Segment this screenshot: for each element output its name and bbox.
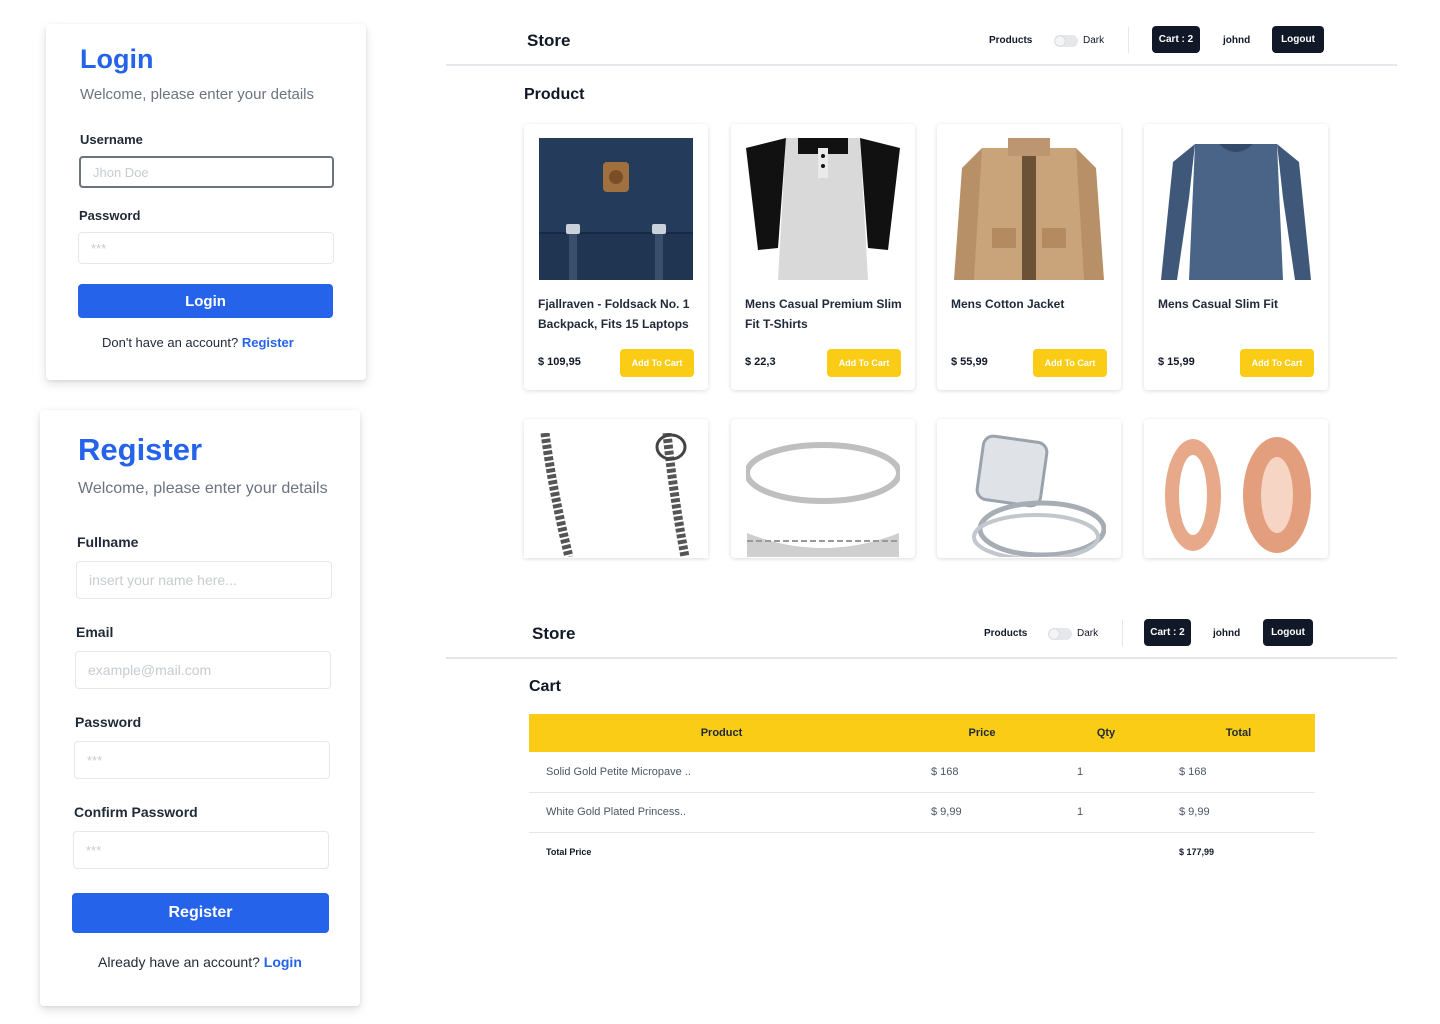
cart-price: $ 9,99 [914, 792, 1050, 833]
register-link[interactable]: Register [242, 335, 294, 350]
cart-product: White Gold Plated Princess.. [529, 792, 914, 833]
fullname-label: Fullname [77, 534, 139, 550]
long-sleeve-shirt-image [1159, 138, 1313, 280]
product-card[interactable] [937, 419, 1121, 558]
password-label: Password [79, 208, 141, 223]
login-button[interactable]: Login [78, 284, 333, 318]
store-header-products: Store Products Dark Cart : 2 johnd Logou… [446, 0, 1397, 66]
fullname-input[interactable] [76, 561, 332, 599]
table-row: White Gold Plated Princess.. $ 9,99 1 $ … [529, 792, 1315, 833]
cart-qty: 1 [1050, 792, 1162, 833]
col-qty: Qty [1050, 714, 1162, 752]
register-prompt-text: Don't have an account? [102, 335, 239, 350]
register-card: Register Welcome, please enter your deta… [40, 410, 360, 1006]
cart-button[interactable]: Cart : 2 [1144, 619, 1191, 646]
user-name: johnd [1213, 628, 1241, 639]
product-price: $ 109,95 [538, 356, 581, 368]
username-label: Username [80, 132, 143, 147]
cart-table: Product Price Qty Total Solid Gold Petit… [529, 714, 1315, 872]
products-title: Product [524, 86, 585, 103]
login-card: Login Welcome, please enter your details… [46, 24, 366, 380]
cart-button[interactable]: Cart : 2 [1152, 26, 1200, 53]
product-card[interactable] [1144, 419, 1328, 558]
product-card[interactable] [524, 419, 708, 558]
backpack-image [539, 138, 693, 280]
login-prompt-text: Already have an account? [98, 954, 260, 970]
product-name[interactable]: Mens Casual Slim Fit [1158, 294, 1318, 314]
login-link[interactable]: Login [264, 954, 302, 970]
col-product: Product [529, 714, 914, 752]
product-price: $ 22,3 [745, 356, 776, 368]
register-button[interactable]: Register [72, 893, 329, 933]
logout-button[interactable]: Logout [1272, 26, 1324, 53]
password-input[interactable] [78, 232, 334, 264]
total-row: Total Price $ 177,99 [529, 832, 1315, 872]
dark-mode-label: Dark [1077, 628, 1099, 639]
register-subtitle: Welcome, please enter your details [78, 480, 328, 497]
nav-products-link[interactable]: Products [989, 35, 1032, 46]
product-card[interactable]: Mens Cotton Jacket $ 55,99 Add To Cart [937, 124, 1121, 390]
add-to-cart-button[interactable]: Add To Cart [1240, 349, 1314, 377]
login-subtitle: Welcome, please enter your details [80, 86, 315, 103]
jacket-image [952, 138, 1106, 280]
product-price: $ 55,99 [951, 356, 988, 368]
cart-product: Solid Gold Petite Micropave .. [529, 752, 914, 793]
product-card[interactable]: Mens Casual Premium Slim Fit T-Shirts $ … [731, 124, 915, 390]
table-row: Solid Gold Petite Micropave .. $ 168 1 $… [529, 752, 1315, 793]
total-value: $ 177,99 [1179, 847, 1215, 858]
product-card[interactable]: Fjallraven - Foldsack No. 1 Backpack, Fi… [524, 124, 708, 390]
ring-image [746, 433, 900, 557]
register-password-input[interactable] [74, 741, 330, 779]
register-password-label: Password [75, 714, 142, 730]
add-to-cart-button[interactable]: Add To Cart [620, 349, 694, 377]
cart-total: $ 168 [1162, 752, 1315, 793]
chain-bracelet-image [539, 433, 693, 557]
product-price: $ 15,99 [1158, 356, 1195, 368]
dark-mode-label: Dark [1083, 35, 1105, 46]
register-prompt: Don't have an account? Register [102, 335, 294, 350]
dark-mode-toggle[interactable] [1048, 628, 1072, 640]
product-name[interactable]: Mens Casual Premium Slim Fit T-Shirts [745, 294, 905, 334]
total-empty-price [914, 832, 1050, 872]
tshirt-image [746, 138, 900, 280]
total-label: Total Price [546, 847, 592, 858]
product-card[interactable] [731, 419, 915, 558]
product-card[interactable]: Mens Casual Slim Fit $ 15,99 Add To Cart [1144, 124, 1328, 390]
cart-title: Cart [529, 678, 562, 695]
email-label: Email [76, 624, 114, 640]
col-price: Price [914, 714, 1050, 752]
rose-gold-rings-image [1159, 433, 1313, 557]
login-title: Login [80, 44, 154, 74]
add-to-cart-button[interactable]: Add To Cart [827, 349, 901, 377]
logout-button[interactable]: Logout [1263, 619, 1313, 646]
dark-mode-toggle[interactable] [1054, 35, 1078, 47]
confirm-password-label: Confirm Password [74, 804, 198, 820]
header-divider [1122, 620, 1123, 646]
diamond-ring-image [952, 433, 1106, 557]
cart-total: $ 9,99 [1162, 792, 1315, 833]
cart-header-row: Product Price Qty Total [529, 714, 1315, 752]
cart-price: $ 168 [914, 752, 1050, 793]
username-input[interactable] [79, 156, 334, 188]
total-empty-qty [1050, 832, 1162, 872]
header-divider [1128, 27, 1129, 53]
store-header-cart: Store Products Dark Cart : 2 johnd Logou… [446, 593, 1397, 659]
email-input[interactable] [75, 651, 331, 689]
login-prompt: Already have an account? Login [98, 954, 302, 970]
col-total: Total [1162, 714, 1315, 752]
confirm-password-input[interactable] [73, 831, 329, 869]
nav-products-link[interactable]: Products [984, 628, 1027, 639]
cart-qty: 1 [1050, 752, 1162, 793]
store-brand[interactable]: Store [527, 31, 570, 51]
product-name[interactable]: Fjallraven - Foldsack No. 1 Backpack, Fi… [538, 294, 698, 334]
register-title: Register [78, 432, 203, 467]
product-name[interactable]: Mens Cotton Jacket [951, 294, 1111, 314]
store-brand[interactable]: Store [532, 624, 575, 644]
add-to-cart-button[interactable]: Add To Cart [1033, 349, 1107, 377]
user-name: johnd [1223, 35, 1251, 46]
